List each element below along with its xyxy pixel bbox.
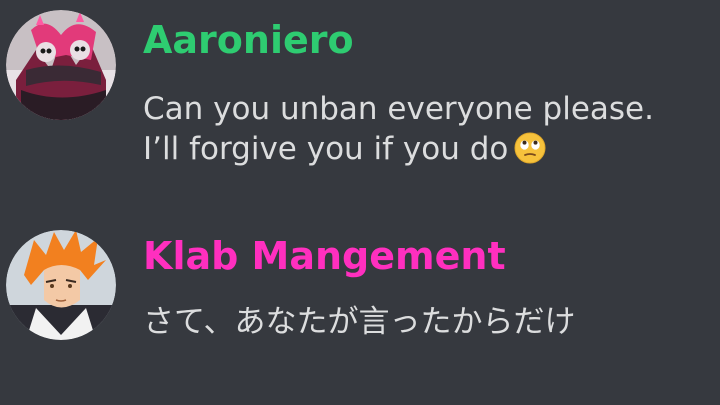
avatar[interactable]: [6, 10, 116, 120]
face-with-rolling-eyes-icon: [514, 132, 546, 164]
chat-window: Aaroniero Can you unban everyone please.…: [0, 0, 720, 405]
avatar[interactable]: [6, 230, 116, 340]
chat-message: Aaroniero Can you unban everyone please.…: [0, 0, 720, 200]
username[interactable]: Aaroniero: [143, 18, 354, 62]
message-content: Can you unban everyone please. I’ll forg…: [143, 89, 654, 169]
username[interactable]: Klab Mangement: [143, 234, 506, 278]
message-line-text: I’ll forgive you if you do: [143, 131, 509, 167]
message-content: さて、あなたが言ったからだけ: [143, 302, 575, 342]
message-line: Can you unban everyone please.: [143, 91, 654, 127]
message-line: I’ll forgive you if you do: [143, 129, 654, 169]
message-line: さて、あなたが言ったからだけ: [143, 304, 576, 340]
chat-message: Klab Mangement さて、あなたが言ったからだけ: [0, 200, 720, 405]
